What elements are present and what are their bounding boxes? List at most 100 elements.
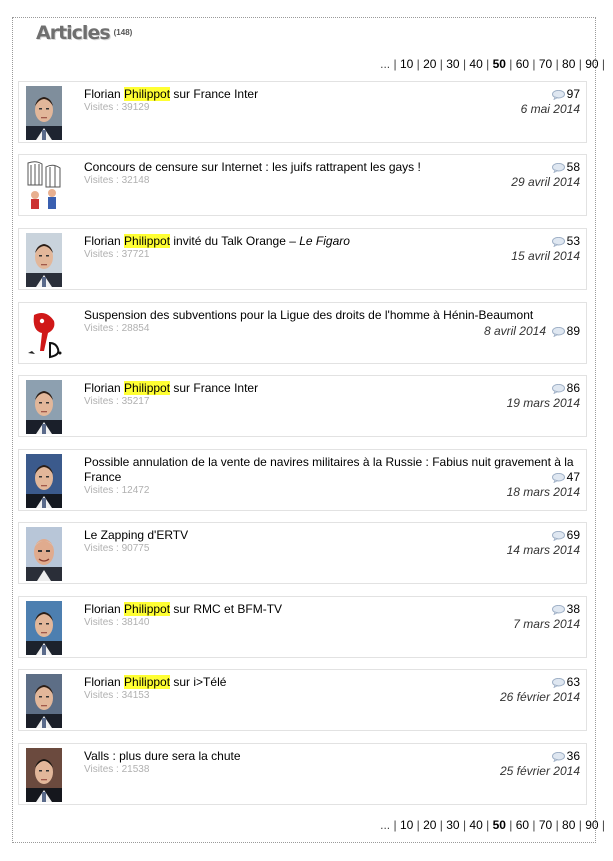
comment-count: 89 — [566, 324, 580, 338]
comment-bubble-icon — [551, 383, 565, 395]
article-card: Florian Philippot sur RMC et BFM-TV Visit… — [18, 596, 587, 658]
page-link[interactable]: 90 — [585, 57, 598, 71]
article-title-link[interactable]: Possible annulation de la vente de navir… — [84, 455, 584, 485]
comment-bubble-icon — [551, 751, 565, 763]
article-title-link[interactable]: Florian Philippot sur France Inter — [84, 381, 584, 396]
publish-date: 19 mars 2014 — [506, 396, 580, 410]
comment-count-link[interactable]: 58 — [551, 160, 580, 174]
pagination-separator: | — [413, 57, 424, 71]
pagination-separator: | — [482, 57, 493, 71]
pagination-separator: | — [459, 818, 470, 832]
comment-bubble-icon — [551, 472, 565, 484]
pagination-suffix: | — [598, 57, 605, 71]
page-link[interactable]: 80 — [562, 818, 575, 832]
pagination-separator: | — [529, 57, 539, 71]
article-thumbnail[interactable] — [26, 380, 62, 434]
comment-bubble-icon — [551, 326, 565, 338]
visit-count: Visites : 21538 — [84, 764, 150, 775]
publish-date: 7 mars 2014 — [513, 617, 580, 631]
title-text: Le Zapping d'ERTV — [84, 528, 189, 542]
publish-date: 18 mars 2014 — [506, 485, 580, 499]
title-text: Possible annulation de la vente de navir… — [84, 455, 574, 484]
page-link[interactable]: 80 — [562, 57, 575, 71]
page-link[interactable]: 10 — [400, 57, 413, 71]
pagination-separator: | — [436, 818, 447, 832]
page-link[interactable]: 20 — [423, 57, 436, 71]
comment-count-link[interactable]: 38 — [551, 602, 580, 616]
comment-count: 38 — [566, 602, 580, 616]
article-title-link[interactable]: Concours de censure sur Internet : les j… — [84, 160, 584, 175]
comment-count-link[interactable]: 86 — [551, 381, 580, 395]
article-title-link[interactable]: Florian Philippot invité du Talk Orange … — [84, 234, 584, 249]
visit-count: Visites : 12472 — [84, 485, 150, 496]
pagination-separator: | — [413, 818, 424, 832]
visit-count: Visites : 39129 — [84, 102, 150, 113]
article-title-link[interactable]: Florian Philippot sur RMC et BFM-TV — [84, 602, 584, 617]
title-text: invité du Talk Orange – — [170, 234, 300, 248]
page-link[interactable]: 30 — [446, 818, 459, 832]
pagination-prefix: ... | — [380, 818, 400, 832]
article-thumbnail[interactable] — [26, 674, 62, 728]
pagination-suffix: | — [598, 818, 605, 832]
visit-count: Visites : 34153 — [84, 690, 150, 701]
page-link[interactable]: 10 — [400, 818, 413, 832]
comment-count: 36 — [566, 749, 580, 763]
pagination-separator: | — [552, 57, 563, 71]
page-current: 50 — [492, 57, 506, 71]
article-thumbnail[interactable] — [26, 159, 62, 213]
article-title-link[interactable]: Florian Philippot sur i>Télé — [84, 675, 584, 690]
comment-count: 58 — [566, 160, 580, 174]
title-text: Concours de censure sur Internet : les j… — [84, 160, 421, 174]
page-link[interactable]: 40 — [469, 818, 482, 832]
visit-count: Visites : 32148 — [84, 175, 150, 186]
article-thumbnail[interactable] — [26, 454, 62, 508]
article-title-link[interactable]: Le Zapping d'ERTV — [84, 528, 584, 543]
page-link[interactable]: 20 — [423, 818, 436, 832]
article-thumbnail[interactable] — [26, 86, 62, 140]
visit-count: Visites : 38140 — [84, 617, 150, 628]
pagination-separator: | — [552, 818, 563, 832]
title-text: Florian — [84, 87, 125, 101]
comment-count-link[interactable]: 63 — [551, 675, 580, 689]
comment-count-link[interactable]: 69 — [551, 528, 580, 542]
title-text: sur RMC et BFM-TV — [170, 602, 283, 616]
search-highlight: Philippot — [124, 234, 171, 248]
publish-date: 8 avril 2014 — [483, 324, 546, 338]
page-link[interactable]: 70 — [539, 818, 552, 832]
article-thumbnail[interactable] — [26, 527, 62, 581]
article-card: Le Zapping d'ERTV Visites : 90775 69 14 mar… — [18, 522, 587, 584]
comment-count-link[interactable]: 47 — [551, 470, 580, 484]
article-thumbnail[interactable] — [26, 307, 62, 361]
page-link[interactable]: 40 — [469, 57, 482, 71]
title-text: Florian — [84, 234, 125, 248]
comment-count-link[interactable]: 97 — [551, 87, 580, 101]
page-link[interactable]: 30 — [446, 57, 459, 71]
title-text: sur i>Télé — [170, 675, 227, 689]
publish-date: 29 avril 2014 — [511, 175, 580, 189]
article-thumbnail[interactable] — [26, 233, 62, 287]
article-title-link[interactable]: Suspension des subventions pour la Ligue… — [84, 308, 564, 323]
article-title-link[interactable]: Florian Philippot sur France Inter — [84, 87, 584, 102]
page-link[interactable]: 60 — [516, 57, 529, 71]
comment-count-link[interactable]: 36 — [551, 749, 580, 763]
comment-bubble-icon — [551, 604, 565, 616]
comment-count-link[interactable]: 53 — [551, 234, 580, 248]
page-link[interactable]: 70 — [539, 57, 552, 71]
article-card: Concours de censure sur Internet : les j… — [18, 154, 587, 216]
pagination-top: ... | 10 | 20 | 30 | 40 | 50 | 60 | 70 |… — [380, 57, 605, 71]
comment-count-link[interactable]: 89 — [551, 324, 580, 338]
title-source: Le Figaro — [299, 234, 350, 248]
pagination-separator: | — [505, 57, 516, 71]
visit-count: Visites : 35217 — [84, 396, 150, 407]
article-title-link[interactable]: Valls : plus dure sera la chute — [84, 749, 584, 764]
page-link[interactable]: 60 — [516, 818, 529, 832]
title-text: sur France Inter — [170, 87, 259, 101]
article-thumbnail[interactable] — [26, 748, 62, 802]
article-card: Suspension des subventions pour la Ligue… — [18, 302, 587, 364]
comment-bubble-icon — [551, 89, 565, 101]
article-thumbnail[interactable] — [26, 601, 62, 655]
title-text: Suspension des subventions pour la Ligue… — [84, 308, 534, 322]
article-count: (148) — [113, 28, 133, 37]
pagination-separator: | — [505, 818, 516, 832]
page-link[interactable]: 90 — [585, 818, 598, 832]
